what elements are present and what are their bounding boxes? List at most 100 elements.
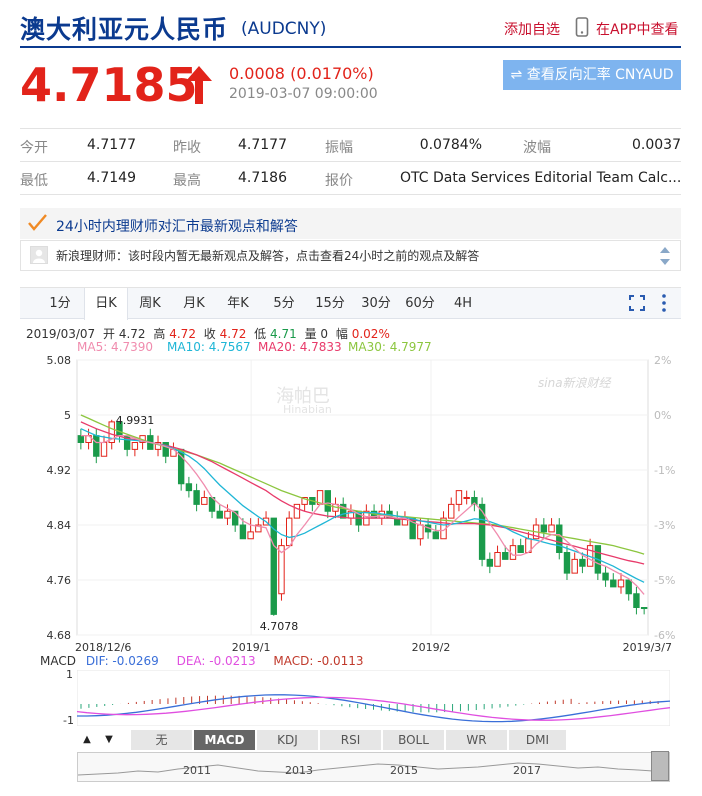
slider-handle[interactable] bbox=[651, 751, 669, 781]
macd-title: MACD bbox=[40, 654, 76, 668]
tab-4h[interactable]: 4H bbox=[446, 288, 480, 319]
view-in-app-link[interactable]: 在APP中查看 bbox=[596, 19, 678, 39]
indicator-wr[interactable]: WR bbox=[446, 730, 508, 750]
year-label: 2015 bbox=[390, 764, 418, 777]
open-value: 4.7177 bbox=[87, 137, 136, 153]
advisor-message[interactable]: 新浪理财师：该时段内暂无最新观点及解答，点击查看24小时之前的观点及解答 bbox=[56, 247, 479, 264]
kline-open: 4.72 bbox=[118, 327, 146, 341]
indicator-kdj[interactable]: KDJ bbox=[257, 730, 319, 750]
tab-monthly[interactable]: 月K bbox=[174, 288, 214, 319]
macd-chart bbox=[77, 670, 670, 726]
prev-close-value: 4.7177 bbox=[238, 137, 287, 153]
tab-5min[interactable]: 5分 bbox=[266, 288, 302, 319]
macd-value: MACD: -0.0113 bbox=[273, 654, 364, 668]
advisor-title: 24小时内理财师对汇市最新观点和解答 bbox=[56, 219, 298, 235]
candle-body bbox=[324, 490, 331, 512]
x-tick-label: 2019/1 bbox=[232, 641, 271, 654]
candle-body bbox=[571, 558, 578, 574]
phone-icon[interactable] bbox=[575, 17, 589, 37]
tab-15min[interactable]: 15分 bbox=[310, 288, 350, 319]
tab-1min[interactable]: 1分 bbox=[42, 288, 78, 319]
plot-frame bbox=[76, 359, 649, 636]
indicator-boll[interactable]: BOLL bbox=[383, 730, 445, 750]
nav-up-button[interactable]: ▲ bbox=[77, 730, 97, 750]
macd-frame bbox=[77, 670, 670, 726]
indicator-none[interactable]: 无 bbox=[131, 730, 193, 750]
candle-body bbox=[556, 524, 563, 553]
indicator-dmi[interactable]: DMI bbox=[509, 730, 567, 750]
hinabian-watermark-en: Hinabian bbox=[283, 403, 332, 416]
quote-time: 2019-03-07 09:00:00 bbox=[229, 86, 378, 102]
candle-body bbox=[77, 435, 85, 443]
indicator-macd[interactable]: MACD bbox=[194, 730, 256, 750]
header-divider bbox=[20, 46, 681, 48]
candle-body bbox=[285, 517, 293, 547]
prev-close-label: 昨收 bbox=[173, 140, 201, 156]
add-watchlist-link[interactable]: 添加自选 bbox=[504, 19, 560, 39]
page-title: 澳大利亚元人民币 bbox=[20, 15, 229, 44]
indicator-rsi[interactable]: RSI bbox=[320, 730, 382, 750]
trend-check-icon bbox=[28, 214, 47, 231]
timeline-slider[interactable] bbox=[77, 751, 670, 782]
candle-body bbox=[455, 490, 463, 505]
price-change: 0.0008 (0.0170%) bbox=[229, 64, 374, 83]
candle-body bbox=[216, 510, 223, 519]
y-tick-label: 4.84 bbox=[47, 519, 72, 532]
candle-body bbox=[131, 442, 139, 450]
swap-icon: ⇌ bbox=[510, 67, 523, 83]
open-label: 今开 bbox=[20, 140, 48, 156]
dea-value: DEA: -0.0213 bbox=[176, 654, 256, 668]
candlestick-chart[interactable]: 5.08 2%5 0%4.92 -1%4.84 -3%4.76 -5%4.68 -6%201… bbox=[0, 352, 702, 664]
fullscreen-icon[interactable] bbox=[629, 295, 645, 311]
kline-date: 2019/03/07 bbox=[26, 327, 96, 341]
candle-body bbox=[185, 483, 193, 492]
macd-axis-bottom: -1 bbox=[63, 714, 74, 727]
min-annotation: 4.7078 bbox=[260, 620, 299, 633]
candle-body bbox=[463, 497, 470, 499]
candle-body bbox=[417, 524, 424, 540]
y-tick-label: 4.68 bbox=[47, 629, 72, 642]
year-label: 2011 bbox=[183, 764, 211, 777]
timeline-sparkline bbox=[77, 762, 654, 776]
macd-axis-top: 1 bbox=[66, 668, 73, 681]
sina-watermark: sina新浪财经 bbox=[538, 376, 611, 390]
y-tick-label: 4.76 bbox=[47, 574, 72, 587]
more-icon[interactable] bbox=[661, 293, 667, 313]
candle-body bbox=[239, 524, 247, 540]
y-tick-label: 5.08 bbox=[47, 354, 72, 367]
close-label: 收 bbox=[203, 327, 216, 341]
quote-source-label: 报价 bbox=[325, 173, 353, 189]
candle-body bbox=[602, 572, 609, 581]
candle-body bbox=[502, 552, 509, 560]
dif-value: DIF: -0.0269 bbox=[85, 654, 159, 668]
range-value: 0.0037 bbox=[632, 137, 681, 153]
y-tick-label: 5 bbox=[64, 409, 71, 422]
candle-body bbox=[432, 531, 440, 540]
candle-body bbox=[617, 579, 625, 588]
candle-body bbox=[486, 558, 494, 567]
tab-daily[interactable]: 日K bbox=[84, 288, 128, 320]
nav-down-button[interactable]: ▼ bbox=[99, 730, 119, 750]
candle-body bbox=[548, 524, 555, 533]
x-tick-label: 2019/2 bbox=[412, 641, 451, 654]
candle-body bbox=[633, 593, 640, 608]
candle-body bbox=[93, 435, 100, 457]
tab-30min[interactable]: 30分 bbox=[356, 288, 396, 319]
candle-body bbox=[640, 607, 648, 610]
tab-yearly[interactable]: 年K bbox=[218, 288, 258, 319]
reverse-rate-button[interactable]: ⇌ 查看反向汇率 CNYAUD bbox=[503, 60, 681, 90]
kline-high: 4.72 bbox=[169, 327, 196, 341]
scroll-arrows-icon[interactable] bbox=[659, 245, 671, 267]
candle-body bbox=[193, 490, 200, 505]
kline-low: 4.71 bbox=[270, 327, 297, 341]
tab-weekly[interactable]: 周K bbox=[130, 288, 170, 319]
candle-body bbox=[478, 503, 486, 560]
amplitude-value: 0.0784% bbox=[419, 137, 482, 153]
pct-tick-label: 0% bbox=[654, 409, 671, 422]
low-label: 低 bbox=[254, 327, 267, 341]
candle-body bbox=[270, 517, 277, 615]
candle-body bbox=[224, 510, 231, 519]
low-label: 最低 bbox=[20, 173, 48, 189]
tab-60min[interactable]: 60分 bbox=[400, 288, 440, 319]
pct-tick-label: -5% bbox=[654, 574, 675, 587]
